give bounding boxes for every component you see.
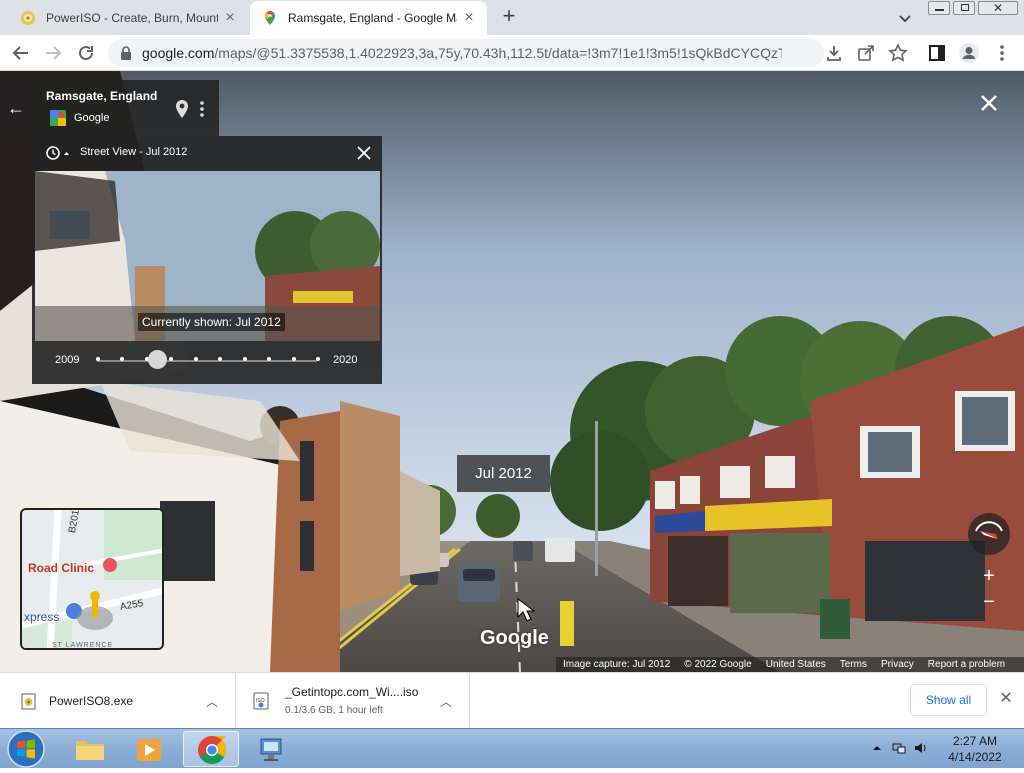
clock-time: 2:27 AM — [952, 734, 998, 748]
chevron-up-icon[interactable]: ︿ — [440, 693, 454, 709]
chrome-icon — [198, 736, 226, 764]
url-text[interactable]: google.com/maps/@51.3375538,1.4022923,3a… — [142, 45, 782, 61]
computer-network-icon — [260, 738, 282, 761]
clock-date: 4/14/2022 — [948, 750, 1002, 764]
back-to-map-button[interactable]: ← — [0, 80, 32, 136]
currently-shown-label: Currently shown: Jul 2012 — [138, 313, 285, 331]
media-player-icon — [137, 739, 161, 761]
show-all-downloads-button[interactable]: Show all — [910, 684, 987, 716]
bookmark-star-icon[interactable] — [887, 42, 909, 64]
minimap[interactable]: Road Clinic B2014 A255 xpress ST LAWRENC… — [20, 508, 164, 650]
download-filename: PowerISO8.exe — [49, 694, 134, 708]
file-explorer-taskbar-button[interactable] — [62, 731, 118, 767]
date-chip: Jul 2012 — [457, 455, 550, 492]
slider-start-year: 2009 — [55, 354, 80, 366]
close-tab-icon[interactable]: × — [461, 10, 477, 26]
provider-name: Google — [74, 112, 110, 124]
iso-file-icon: ISO — [253, 692, 269, 710]
timeline-tick[interactable] — [291, 357, 296, 361]
close-panel-icon[interactable] — [356, 145, 372, 161]
compass-icon[interactable] — [966, 511, 1012, 557]
browser-menu-icon[interactable] — [991, 42, 1013, 64]
url-domain: google.com — [142, 45, 215, 61]
tab-title: Ramsgate, England - Google Maps — [288, 11, 457, 25]
chrome-taskbar-button[interactable] — [183, 731, 239, 767]
reload-icon[interactable] — [75, 42, 97, 64]
download-item[interactable]: ISO _Getintopc.com_Wi....iso 0.1/3.6 GB,… — [236, 673, 470, 729]
poweriso-favicon — [21, 10, 35, 25]
copyright-text: © 2022 Google — [684, 659, 752, 670]
location-pin-icon[interactable] — [176, 100, 188, 118]
new-tab-button[interactable]: + — [498, 5, 520, 28]
restore-button[interactable] — [953, 1, 975, 15]
browser-toolbar: google.com/maps/@51.3375538,1.4022923,3a… — [0, 35, 1024, 71]
minimap-clinic-label: Road Clinic — [28, 561, 95, 575]
zoom-in-button[interactable]: + — [978, 566, 1000, 588]
windows-start-button[interactable] — [4, 729, 48, 769]
timeline-tick[interactable] — [193, 357, 198, 361]
network-app-taskbar-button[interactable] — [244, 731, 300, 767]
install-app-icon[interactable] — [823, 42, 845, 64]
slider-end-year: 2020 — [333, 354, 358, 366]
forward-arrow-icon[interactable] — [42, 42, 64, 64]
tab-search-chevron-icon[interactable] — [896, 9, 914, 27]
download-item[interactable]: PowerISO8.exe ︿ — [0, 673, 236, 729]
google-maps-logo-icon — [50, 110, 66, 126]
image-capture-date: Image capture: Jul 2012 — [563, 659, 671, 670]
minimap-area-label: ST LAWRENCE — [52, 642, 114, 649]
show-hidden-icons-icon[interactable] — [870, 741, 884, 755]
download-filename: _Getintopc.com_Wi....iso — [285, 685, 419, 699]
lock-icon[interactable] — [120, 46, 132, 60]
downloads-bar: PowerISO8.exe ︿ ISO _Getintopc.com_Wi...… — [0, 672, 1024, 729]
close-street-view-icon[interactable] — [978, 92, 1000, 114]
system-clock[interactable]: 2:27 AM 4/14/2022 — [940, 733, 1010, 765]
place-info-card: Ramsgate, England Google — [32, 80, 219, 136]
terms-link[interactable]: Terms — [840, 659, 867, 670]
media-player-taskbar-button[interactable] — [121, 731, 177, 767]
more-options-icon[interactable] — [198, 100, 206, 118]
time-travel-panel: Street View - Jul 2012 Currently shown: … — [32, 136, 382, 384]
tab-poweriso[interactable]: PowerISO - Create, Burn, Mount, × — [8, 0, 248, 35]
google-watermark: Google — [480, 627, 549, 649]
place-name: Ramsgate, England — [46, 89, 158, 103]
chevron-up-icon[interactable]: ︿ — [206, 693, 220, 709]
share-icon[interactable] — [855, 42, 877, 64]
address-bar[interactable]: google.com/maps/@51.3375538,1.4022923,3a… — [108, 39, 824, 67]
zoom-out-button[interactable]: − — [978, 592, 1000, 614]
volume-tray-icon[interactable] — [914, 741, 928, 755]
close-download-bar-icon[interactable]: ✕ — [997, 690, 1015, 708]
report-problem-link[interactable]: Report a problem — [928, 659, 1005, 670]
tab-title: PowerISO - Create, Burn, Mount, — [46, 10, 218, 25]
minimap-roads-image — [22, 510, 162, 648]
windows-taskbar: 2:27 AM 4/14/2022 — [0, 728, 1024, 768]
timeline-slider-track[interactable] — [97, 360, 317, 362]
timeline-tick[interactable] — [316, 357, 320, 361]
timeline-slider-handle[interactable] — [148, 350, 168, 369]
download-status: 0.1/3.6 GB, 1 hour left — [285, 705, 383, 716]
side-panel-icon[interactable] — [926, 42, 948, 64]
url-path: /maps/@51.3375538,1.4022923,3a,75y,70.43… — [214, 45, 782, 61]
minimize-button[interactable] — [928, 1, 950, 15]
folder-icon — [76, 741, 104, 760]
network-tray-icon[interactable] — [892, 741, 906, 755]
timeline-tick[interactable] — [96, 357, 100, 361]
profile-avatar-icon[interactable] — [958, 42, 980, 64]
street-view-footer: Image capture: Jul 2012 © 2022 Google Un… — [556, 657, 1024, 672]
history-icon[interactable] — [45, 145, 69, 161]
street-view-viewport[interactable]: ← Ramsgate, England Google Street View -… — [0, 71, 1024, 672]
timeline-tick[interactable] — [242, 357, 247, 361]
privacy-link[interactable]: Privacy — [881, 659, 914, 670]
tab-google-maps[interactable]: Ramsgate, England - Google Maps × — [250, 1, 487, 35]
exe-file-icon — [21, 693, 36, 710]
browser-titlebar: PowerISO - Create, Burn, Mount, × Ramsga… — [0, 0, 1024, 35]
back-arrow-icon[interactable] — [10, 42, 32, 64]
close-window-button[interactable]: ✕ — [978, 1, 1018, 15]
time-travel-header: Street View - Jul 2012 — [80, 146, 188, 158]
google-maps-favicon — [265, 11, 275, 25]
close-tab-icon[interactable]: × — [222, 9, 238, 26]
minimap-place-label: xpress — [24, 610, 60, 624]
region-link[interactable]: United States — [766, 659, 826, 670]
